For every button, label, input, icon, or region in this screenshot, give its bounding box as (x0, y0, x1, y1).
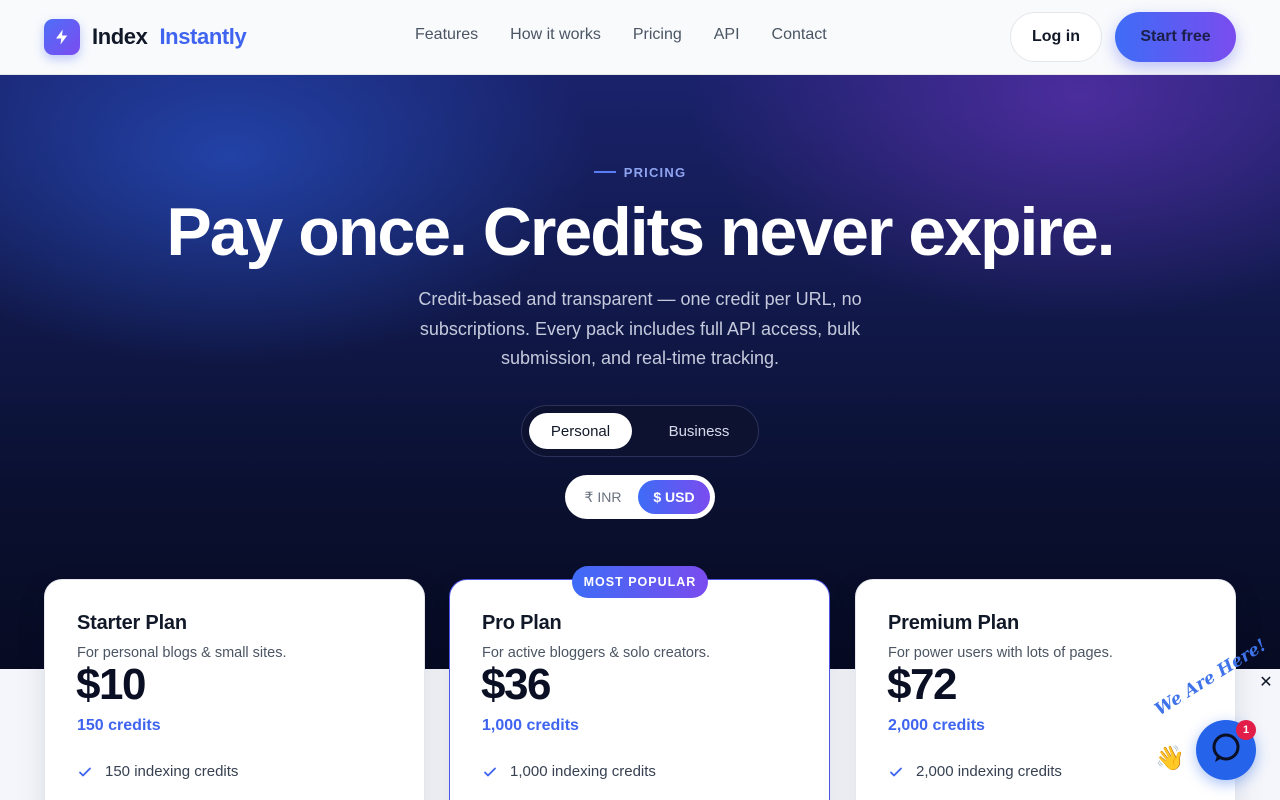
eyebrow-label: PRICING (623, 165, 687, 180)
plan-feature: 2,000 indexing credits (888, 763, 1062, 780)
page-headline: Pay once. Credits never expire. (166, 194, 1115, 270)
plan-description: For active bloggers & solo creators. (482, 645, 711, 661)
nav-links: Features How it works Pricing API Contac… (415, 26, 827, 44)
currency-toggle: ₹ INR $ USD (565, 475, 715, 519)
check-icon (77, 764, 93, 780)
plan-credits: 2,000 credits (888, 717, 985, 734)
plan-name: Premium Plan (888, 612, 1019, 634)
currency-inr[interactable]: ₹ INR (573, 480, 633, 514)
plan-price: $10 (76, 660, 146, 709)
plan-name: Starter Plan (77, 612, 187, 634)
plan-feature-label: 2,000 indexing credits (916, 763, 1062, 780)
toggle-personal[interactable]: Personal (529, 413, 632, 449)
currency-usd[interactable]: $ USD (638, 480, 710, 514)
most-popular-badge: MOST POPULAR (572, 566, 708, 598)
plan-description: For personal blogs & small sites. (77, 645, 287, 661)
plan-name: Pro Plan (482, 612, 562, 634)
eyebrow-line (593, 171, 616, 174)
plan-feature: 1,000 indexing credits (482, 763, 656, 780)
login-button[interactable]: Log in (1010, 12, 1102, 62)
chat-unread-badge: 1 (1236, 720, 1256, 740)
chat-close-icon[interactable]: ✕ (1257, 674, 1275, 692)
plan-credits: 150 credits (77, 717, 161, 734)
plan-card-starter: Starter Plan For personal blogs & small … (44, 579, 425, 800)
waving-hand-icon: 👋 (1155, 745, 1185, 772)
brand-name-part1: Index (92, 24, 148, 49)
brand-name-part2: Instantly (159, 24, 247, 49)
plan-price: $36 (481, 660, 551, 709)
plan-credits: 1,000 credits (482, 717, 579, 734)
plan-feature-label: 150 indexing credits (105, 763, 239, 780)
nav-link-how-it-works[interactable]: How it works (510, 26, 601, 44)
start-free-button[interactable]: Start free (1115, 12, 1236, 62)
top-nav: Index Instantly Features How it works Pr… (0, 0, 1280, 75)
brand-logo[interactable]: Index Instantly (92, 22, 247, 52)
plan-feature-label: 1,000 indexing credits (510, 763, 656, 780)
plan-type-toggle: Personal Business (521, 405, 759, 457)
section-eyebrow: PRICING (0, 165, 1280, 180)
lightning-bolt-icon[interactable] (44, 19, 80, 55)
plan-price: $72 (887, 660, 957, 709)
plan-feature: 150 indexing credits (77, 763, 238, 780)
nav-link-contact[interactable]: Contact (772, 26, 827, 44)
hero-subtext: Credit-based and transparent — one credi… (418, 289, 862, 368)
check-icon (888, 764, 904, 780)
plan-description: For power users with lots of pages. (888, 645, 1113, 661)
nav-link-pricing[interactable]: Pricing (633, 26, 682, 44)
nav-link-features[interactable]: Features (415, 26, 478, 44)
toggle-business[interactable]: Business (650, 413, 748, 449)
plan-card-pro: Pro Plan For active bloggers & solo crea… (449, 579, 830, 800)
check-icon (482, 764, 498, 780)
nav-link-api[interactable]: API (714, 26, 740, 44)
